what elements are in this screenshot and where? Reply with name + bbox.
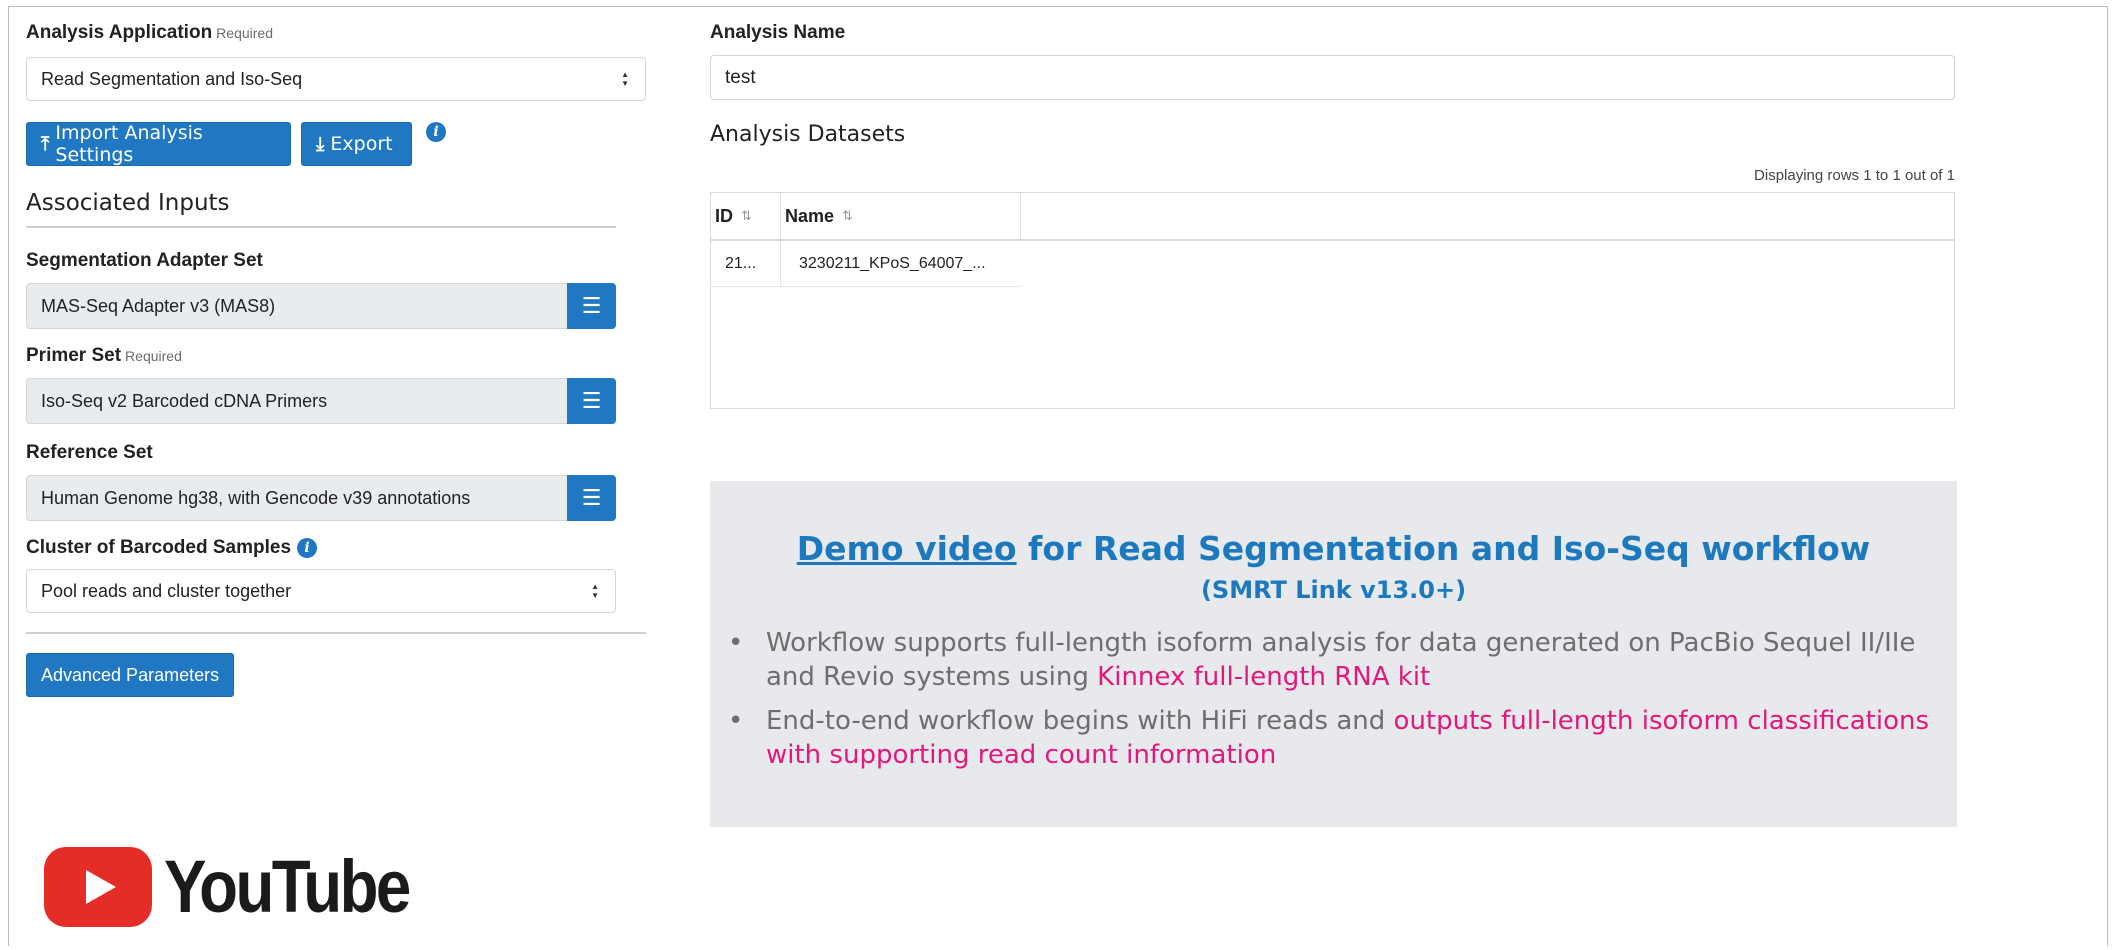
play-icon bbox=[44, 846, 152, 927]
analysis-datasets-heading: Analysis Datasets bbox=[710, 122, 906, 147]
analysis-application-select[interactable]: Read Segmentation and Iso-Seq ▲ ▼ bbox=[26, 57, 646, 101]
cluster-select[interactable]: Pool reads and cluster together ▲ ▼ bbox=[26, 569, 616, 613]
callout-bullets: • Workflow supports full-length isoform … bbox=[710, 626, 1957, 772]
youtube-logo[interactable]: YouTube bbox=[44, 844, 449, 929]
cluster-label-row: Cluster of Barcoded Samples i bbox=[26, 537, 646, 559]
download-icon: ⤓ bbox=[316, 133, 325, 155]
datasets-table: ID ⇅ Name ⇅ 21... 3230211_KPoS_64007_... bbox=[710, 192, 1955, 409]
advanced-parameters-button[interactable]: Advanced Parameters bbox=[26, 653, 235, 697]
column-id[interactable]: ID ⇅ bbox=[711, 193, 781, 239]
table-header: ID ⇅ Name ⇅ bbox=[711, 193, 1954, 241]
displaying-rows-text: Displaying rows 1 to 1 out of 1 bbox=[1754, 167, 1955, 184]
primer-set-label: Primer Set Required bbox=[26, 345, 182, 366]
select-caret-icon: ▲ ▼ bbox=[591, 582, 599, 600]
right-panel: Analysis Name test Analysis Datasets Dis… bbox=[710, 18, 1955, 409]
list-icon[interactable]: ☰ bbox=[567, 283, 616, 329]
segmentation-adapter-field: MAS-Seq Adapter v3 (MAS8) ☰ bbox=[26, 283, 616, 329]
reference-set-label: Reference Set bbox=[26, 442, 153, 463]
list-icon[interactable]: ☰ bbox=[567, 378, 616, 424]
import-analysis-settings-button[interactable]: ⤒ Import Analysis Settings bbox=[26, 122, 291, 166]
analysis-name-input[interactable]: test bbox=[710, 55, 1955, 100]
associated-inputs-heading: Associated Inputs bbox=[26, 190, 230, 216]
demo-video-link[interactable]: Demo video bbox=[797, 529, 1017, 568]
info-icon[interactable]: i bbox=[426, 122, 446, 142]
callout-title: Demo video for Read Segmentation and Iso… bbox=[796, 529, 1871, 568]
list-item: • End-to-end workflow begins with HiFi r… bbox=[728, 706, 1929, 770]
table-row[interactable]: 21... 3230211_KPoS_64007_... bbox=[711, 241, 1021, 287]
primer-set-field: Iso-Seq v2 Barcoded cDNA Primers ☰ bbox=[26, 378, 616, 424]
left-panel: Analysis Application Required Read Segmen… bbox=[26, 18, 646, 697]
select-caret-icon: ▲ ▼ bbox=[621, 70, 629, 88]
sort-icon: ⇅ bbox=[842, 208, 853, 223]
demo-video-callout: Demo video for Read Segmentation and Iso… bbox=[710, 481, 1957, 827]
segmentation-adapter-label: Segmentation Adapter Set bbox=[26, 250, 263, 271]
list-item: • Workflow supports full-length isoform … bbox=[728, 628, 1916, 692]
sort-icon: ⇅ bbox=[741, 208, 752, 223]
analysis-application-label: Analysis Application Required bbox=[26, 22, 273, 43]
upload-icon: ⤒ bbox=[41, 133, 50, 155]
export-button[interactable]: ⤓ Export bbox=[301, 122, 412, 166]
reference-set-field: Human Genome hg38, with Gencode v39 anno… bbox=[26, 475, 616, 521]
analysis-name-label: Analysis Name bbox=[710, 22, 846, 43]
divider bbox=[26, 226, 616, 228]
column-name[interactable]: Name ⇅ bbox=[781, 193, 1021, 239]
callout-subtitle: (SMRT Link v13.0+) bbox=[1200, 576, 1467, 604]
info-icon[interactable]: i bbox=[297, 538, 318, 558]
list-icon[interactable]: ☰ bbox=[567, 475, 616, 521]
divider bbox=[26, 632, 646, 634]
